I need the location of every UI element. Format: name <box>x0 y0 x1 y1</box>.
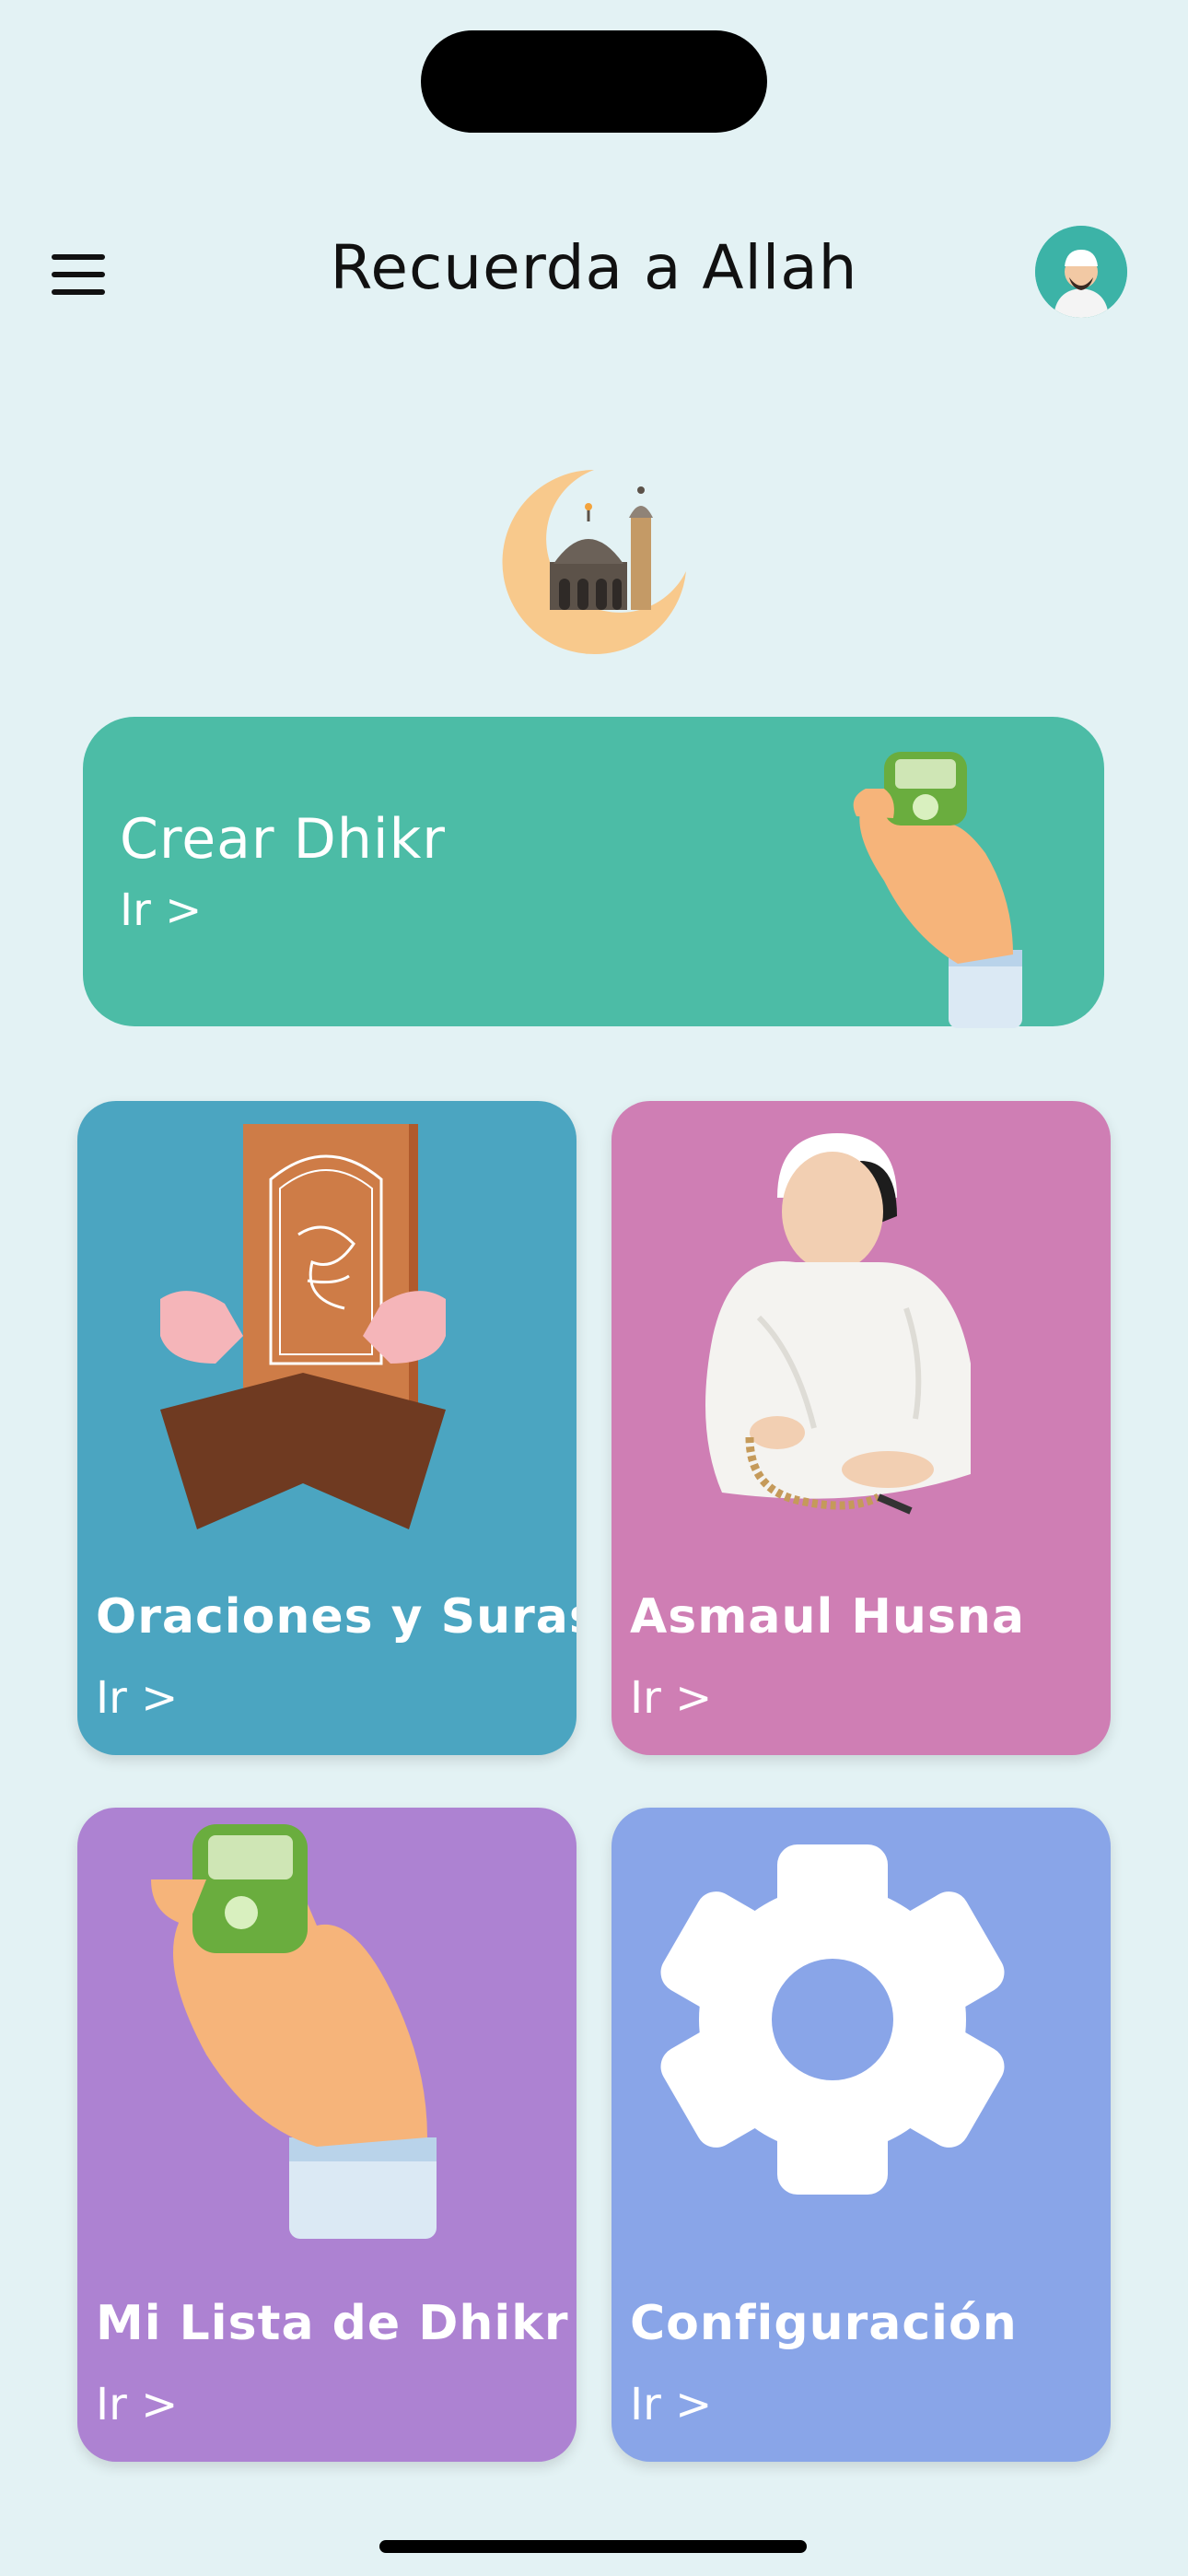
card-title: Configuración <box>630 2296 1018 2351</box>
card-go-link: Ir > <box>96 1672 179 1724</box>
dynamic-island <box>421 30 767 133</box>
card-title: Mi Lista de Dhikr <box>96 2296 569 2351</box>
settings-card[interactable]: Configuración Ir > <box>611 1808 1111 2462</box>
page-title: Recuerda a Allah <box>330 232 858 303</box>
praying-man-icon <box>705 1133 971 1515</box>
prayers-and-suras-card[interactable]: Oraciones y Suras Ir > <box>77 1101 577 1755</box>
asmaul-husna-card[interactable]: Asmaul Husna Ir > <box>611 1101 1111 1755</box>
create-dhikr-go-link: Ir > <box>120 884 203 936</box>
create-dhikr-title: Crear Dhikr <box>120 807 446 872</box>
tasbih-counter-hand-icon <box>853 752 1022 1028</box>
card-title: Oraciones y Suras <box>96 1589 577 1645</box>
card-go-link: Ir > <box>96 2379 179 2430</box>
tasbih-counter-hand-icon <box>151 1824 437 2239</box>
card-go-link: Ir > <box>630 1672 713 1724</box>
home-indicator[interactable] <box>379 2540 807 2553</box>
user-avatar-icon <box>1035 226 1127 318</box>
avatar[interactable] <box>1035 226 1127 318</box>
card-title: Asmaul Husna <box>630 1589 1026 1645</box>
crescent-mosque-icon <box>502 470 686 654</box>
gear-icon <box>660 1844 1005 2195</box>
my-dhikr-list-card[interactable]: Mi Lista de Dhikr Ir > <box>77 1808 577 2462</box>
card-go-link: Ir > <box>630 2379 713 2430</box>
quran-book-icon <box>160 1124 446 1529</box>
create-dhikr-card[interactable]: Crear Dhikr Ir > <box>83 717 1104 1028</box>
